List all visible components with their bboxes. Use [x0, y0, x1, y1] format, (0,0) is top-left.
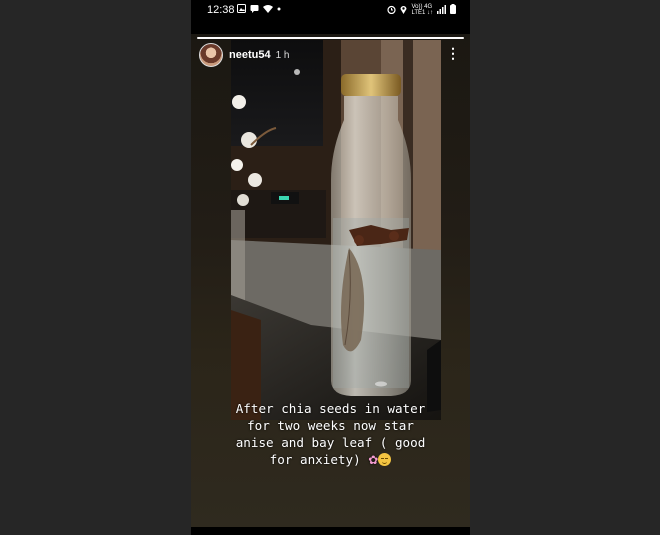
avatar[interactable]: [199, 43, 223, 67]
story-username[interactable]: neetu54: [229, 49, 271, 61]
caption-line-2: for two weeks now star: [247, 418, 414, 433]
story-time-ago: 1 h: [275, 49, 290, 61]
caption-line-4: for anxiety): [269, 452, 361, 467]
caption-line-1: After chia seeds in water: [235, 401, 426, 416]
location-icon: [400, 5, 407, 16]
alarm-icon: [387, 5, 397, 16]
caption-line-4-wrap: for anxiety) 🌸✿😌: [205, 451, 456, 469]
dot-icon: [277, 4, 281, 15]
story-progress-bar: [197, 37, 464, 39]
more-options-icon[interactable]: ⋮: [446, 46, 460, 60]
phone-screen: 12:38 Vo)) 4G LTE1 ↓↑ neetu54 1 h ⋮ Afte…: [191, 0, 470, 535]
caption-line-3: anise and bay leaf ( good: [235, 435, 426, 450]
status-left-icons: [237, 4, 281, 15]
message-icon: [250, 4, 259, 15]
story-progress-fill: [197, 37, 464, 39]
bottom-bar: [191, 527, 470, 535]
photo-notification-icon: [237, 4, 246, 15]
story-header: neetu54 1 h: [199, 42, 289, 68]
battery-icon: [450, 4, 456, 16]
volte-icon: Vo)) 4G LTE1 ↓↑: [411, 4, 433, 16]
relieved-face-emoji: 😌: [378, 453, 392, 466]
story-view[interactable]: neetu54 1 h ⋮ After chia seeds in water …: [191, 34, 470, 527]
status-right-icons: Vo)) 4G LTE1 ↓↑: [387, 4, 456, 16]
wifi-icon: [263, 4, 273, 15]
story-caption: After chia seeds in water for two weeks …: [205, 400, 456, 469]
story-photo: [231, 40, 441, 420]
status-time: 12:38: [207, 4, 235, 16]
lte-text: LTE1 ↓↑: [411, 10, 433, 16]
status-bar: 12:38 Vo)) 4G LTE1 ↓↑: [191, 0, 470, 22]
signal-icon: [437, 4, 446, 16]
cherry-blossom-emoji: 🌸✿: [368, 453, 379, 467]
